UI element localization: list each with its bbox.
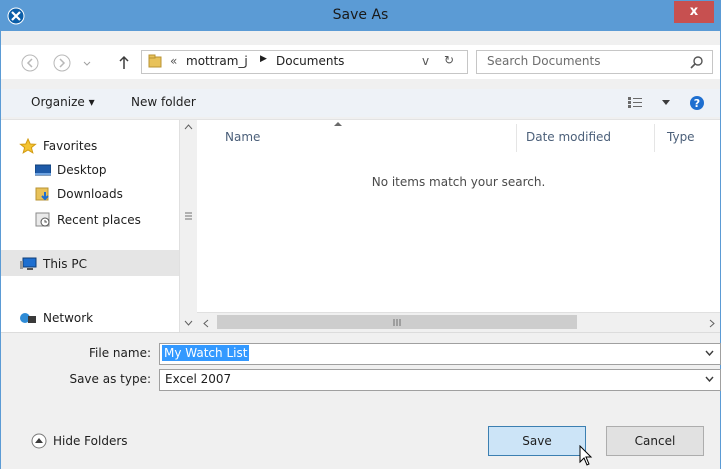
nav-item-desktop[interactable]: Desktop xyxy=(35,160,107,180)
back-icon[interactable] xyxy=(19,53,41,72)
nav-label-favorites: Favorites xyxy=(43,139,98,153)
new-folder-button[interactable]: New folder xyxy=(131,95,196,109)
forward-icon[interactable] xyxy=(51,53,73,72)
breadcrumb-overflow[interactable]: « xyxy=(170,54,177,68)
view-dropdown-icon[interactable] xyxy=(661,99,671,107)
save-as-type-select[interactable]: Excel 2007 xyxy=(159,369,721,391)
nav-label-downloads: Downloads xyxy=(57,187,123,201)
navigation-scrollbar[interactable] xyxy=(179,120,197,332)
address-dropdown-icon[interactable]: v xyxy=(422,54,429,68)
breadcrumb-documents[interactable]: Documents xyxy=(276,54,344,68)
save-as-type-value: Excel 2007 xyxy=(165,372,232,386)
desktop-icon xyxy=(35,164,51,176)
scroll-up-icon[interactable] xyxy=(184,124,193,130)
help-icon[interactable]: ? xyxy=(689,95,705,111)
network-icon xyxy=(20,313,36,323)
refresh-icon[interactable]: ↻ xyxy=(444,53,454,67)
scroll-left-icon[interactable] xyxy=(203,319,209,328)
file-name-value[interactable]: My Watch List xyxy=(162,345,250,361)
dialog-title: Save As xyxy=(332,7,389,23)
address-row: « mottram_j ▶ Documents v ↻ Search Docum… xyxy=(1,45,720,79)
nav-label-this-pc: This PC xyxy=(43,257,87,271)
scroll-down-icon[interactable] xyxy=(184,320,193,326)
column-header-date-modified[interactable]: Date modified xyxy=(526,130,611,144)
up-icon[interactable] xyxy=(113,53,135,71)
scroll-right-icon[interactable] xyxy=(709,319,715,328)
breadcrumb-separator-icon[interactable]: ▶ xyxy=(260,54,267,64)
close-button[interactable]: x xyxy=(674,1,714,23)
svg-text:?: ? xyxy=(694,97,700,110)
nav-label-desktop: Desktop xyxy=(57,163,107,177)
nav-label-network: Network xyxy=(43,311,94,325)
scroll-grip-icon[interactable] xyxy=(184,212,193,220)
command-bar: Organize ▾ New folder ? xyxy=(1,89,720,117)
cancel-button[interactable]: Cancel xyxy=(606,426,704,456)
file-list: Name Date modified Type No items match y… xyxy=(197,120,720,312)
hide-folders-button[interactable]: Hide Folders xyxy=(31,433,128,449)
view-options-icon[interactable] xyxy=(627,96,643,110)
search-input[interactable]: Search Documents xyxy=(476,50,713,74)
horizontal-scrollbar[interactable] xyxy=(197,312,720,332)
column-header-type[interactable]: Type xyxy=(667,130,695,144)
save-button[interactable]: Save xyxy=(488,426,586,456)
title-bar: Save As x xyxy=(1,1,720,31)
save-as-dialog: Save As x « mottram_j ▶ Documents v ↻ Se… xyxy=(0,0,721,469)
nav-label-recent-places: Recent places xyxy=(57,213,141,227)
computer-icon xyxy=(20,257,37,270)
nav-item-favorites[interactable]: Favorites xyxy=(19,136,97,156)
nav-item-recent-places[interactable]: Recent places xyxy=(35,210,141,230)
column-divider[interactable] xyxy=(516,124,517,152)
chevron-down-icon[interactable] xyxy=(705,350,714,356)
recent-locations-icon[interactable] xyxy=(79,53,95,71)
star-icon xyxy=(19,138,37,154)
nav-item-network[interactable]: Network xyxy=(19,308,93,328)
collapse-icon xyxy=(31,433,47,449)
sort-ascending-icon xyxy=(334,122,342,126)
empty-message: No items match your search. xyxy=(371,175,546,189)
column-header-name[interactable]: Name xyxy=(225,130,260,144)
column-divider[interactable] xyxy=(654,124,655,152)
file-name-label: File name: xyxy=(89,346,151,360)
downloads-icon xyxy=(35,187,49,201)
save-as-type-label: Save as type: xyxy=(69,372,151,386)
browser-content: Favorites Desktop Downloads Recent place… xyxy=(1,119,720,332)
search-placeholder: Search Documents xyxy=(487,54,601,68)
hide-folders-label: Hide Folders xyxy=(53,434,128,448)
scroll-grip-icon[interactable] xyxy=(393,318,401,327)
file-name-field[interactable]: My Watch List xyxy=(159,343,721,365)
mouse-cursor-icon xyxy=(579,445,593,466)
address-bar[interactable]: « mottram_j ▶ Documents v ↻ xyxy=(141,50,468,74)
recent-places-icon xyxy=(35,212,50,227)
chevron-down-icon[interactable] xyxy=(705,376,714,382)
breadcrumb-mottram[interactable]: mottram_j xyxy=(186,54,248,68)
save-form: File name: My Watch List Save as type: E… xyxy=(1,332,721,469)
folder-icon xyxy=(148,54,162,68)
organize-button[interactable]: Organize ▾ xyxy=(31,95,95,109)
nav-item-downloads[interactable]: Downloads xyxy=(35,184,123,204)
navigation-pane: Favorites Desktop Downloads Recent place… xyxy=(1,120,179,332)
search-icon[interactable] xyxy=(690,55,704,69)
nav-item-this-pc[interactable]: This PC xyxy=(19,254,87,274)
